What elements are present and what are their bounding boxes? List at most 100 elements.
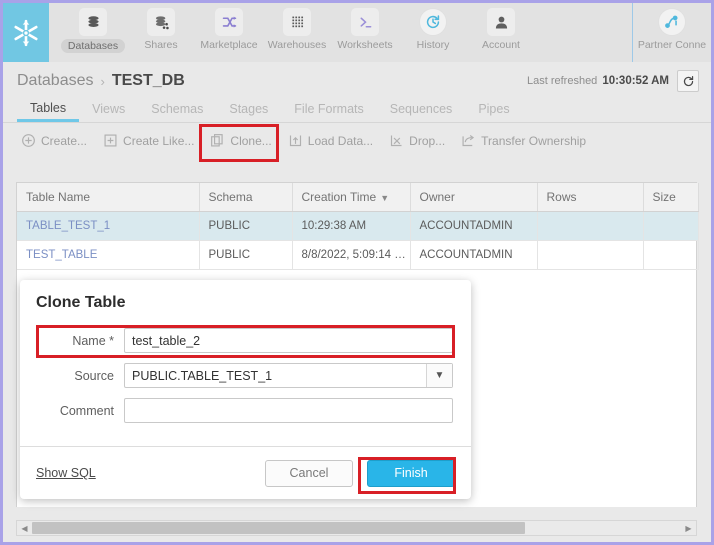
tab-views[interactable]: Views [79,102,138,122]
tab-file-formats[interactable]: File Formats [281,102,376,122]
tab-stages[interactable]: Stages [216,102,281,122]
shuffle-icon [215,8,243,36]
column-header-table-name[interactable]: Table Name [17,183,200,212]
comment-field-label: Comment [59,403,114,418]
cell-table-name[interactable]: TABLE_TEST_1 [17,211,200,241]
dialog-body: Name * Source PUBLIC.TABLE_TEST_1 ▼ Comm… [20,312,471,423]
snowflake-icon [14,19,38,46]
create-button-label: Create... [41,133,88,148]
create-button[interactable]: Create... [13,125,95,157]
nav-item-history[interactable]: History [399,3,467,62]
source-select-value: PUBLIC.TABLE_TEST_1 [132,368,273,383]
shares-icon [147,8,175,36]
nav-label-partner-connect: Partner Conne [637,39,707,51]
scrollbar-thumb[interactable] [32,522,526,534]
transfer-ownership-button[interactable]: Transfer Ownership [453,125,594,157]
drop-button[interactable]: Drop... [381,125,453,157]
breadcrumb-separator: › [100,73,105,89]
nav-label-databases: Databases [60,39,126,53]
nav-label-shares: Shares [144,39,178,51]
dialog-footer: Show SQL Cancel Finish [20,446,471,499]
history-clock-icon [419,8,447,36]
nav-item-warehouses[interactable]: Warehouses [263,3,331,62]
scroll-left-arrow-icon[interactable]: ◀ [17,521,32,536]
source-field-row: Source PUBLIC.TABLE_TEST_1 ▼ [38,363,453,388]
app-window: Databases Shares Marketplace Warehouses … [0,0,714,545]
nav-item-worksheets[interactable]: Worksheets [331,3,399,62]
last-refreshed-time: 10:30:52 AM [602,75,669,87]
name-field-label: Name * [72,333,114,348]
last-refreshed-label: Last refreshed [526,75,598,87]
load-data-button[interactable]: Load Data... [280,125,381,157]
action-toolbar: Create... Create Like... Clone... Load D… [3,123,711,162]
nav-item-partner-connect[interactable]: Partner Conne [633,3,711,62]
cancel-button[interactable]: Cancel [265,459,353,487]
tab-schemas[interactable]: Schemas [138,102,216,122]
nav-item-account[interactable]: Account [467,3,535,62]
cell-creation-time: 8/8/2022, 5:09:14 P... [292,240,411,270]
top-navigation-bar: Databases Shares Marketplace Warehouses … [3,3,711,62]
finish-button[interactable]: Finish [367,459,455,487]
column-header-rows[interactable]: Rows [537,183,644,212]
tables-table: Table Name Schema Creation Time ▼ Owner R… [17,183,699,270]
refresh-status-group: Last refreshed 10:30:52 AM [527,70,699,92]
cell-rows [537,211,644,241]
source-field-label: Source [74,368,114,383]
snowflake-logo[interactable] [3,3,49,62]
cell-size [643,240,699,270]
nav-label-marketplace: Marketplace [200,39,258,51]
nav-label-warehouses: Warehouses [267,39,327,51]
breadcrumb: Databases › TEST_DB Last refreshed 10:30… [3,62,711,94]
nav-item-shares[interactable]: Shares [127,3,195,62]
clone-button-label: Clone... [230,133,272,148]
column-header-size[interactable]: Size [643,183,699,212]
table-row[interactable]: TEST_TABLE PUBLIC 8/8/2022, 5:09:14 P...… [17,240,699,270]
tab-pipes[interactable]: Pipes [465,102,522,122]
chevron-down-icon[interactable]: ▼ [426,364,452,387]
column-header-owner[interactable]: Owner [410,183,538,212]
drop-button-label: Drop... [409,133,446,148]
nav-item-marketplace[interactable]: Marketplace [195,3,263,62]
sort-caret-icon: ▼ [380,193,390,203]
cell-schema: PUBLIC [199,211,293,241]
create-like-button[interactable]: Create Like... [95,125,202,157]
breadcrumb-root-link[interactable]: Databases [17,72,94,90]
comment-field-row: Comment [38,398,453,423]
terminal-prompt-icon [351,8,379,36]
warehouse-grid-icon [283,8,311,36]
scroll-right-arrow-icon[interactable]: ▶ [681,521,696,536]
cell-owner: ACCOUNTADMIN [410,211,538,241]
name-input[interactable] [124,328,453,353]
create-like-button-label: Create Like... [123,133,195,148]
clone-table-dialog: Clone Table Name * Source PUBLIC.TABLE_T… [20,280,471,499]
nav-label-account: Account [482,39,520,51]
nav-label-history: History [416,39,450,51]
cell-size [643,211,699,241]
load-data-button-label: Load Data... [307,133,374,148]
horizontal-scrollbar[interactable]: ◀ ▶ [16,520,697,536]
partner-connect-icon [658,8,686,36]
source-select[interactable]: PUBLIC.TABLE_TEST_1 ▼ [124,363,453,388]
show-sql-link[interactable]: Show SQL [36,466,96,480]
tab-sequences[interactable]: Sequences [377,102,466,122]
tab-bar: Tables Views Schemas Stages File Formats… [3,94,711,123]
dialog-title: Clone Table [36,294,126,311]
table-row[interactable]: TABLE_TEST_1 PUBLIC 10:29:38 AM ACCOUNTA… [17,211,699,241]
cell-table-name[interactable]: TEST_TABLE [17,240,200,270]
comment-input[interactable] [124,398,453,423]
transfer-ownership-button-label: Transfer Ownership [481,133,587,148]
scrollbar-track[interactable] [32,521,681,535]
cell-schema: PUBLIC [199,240,293,270]
cell-creation-time: 10:29:38 AM [292,211,411,241]
column-header-schema[interactable]: Schema [199,183,293,212]
cell-owner: ACCOUNTADMIN [410,240,538,270]
tab-tables[interactable]: Tables [17,101,80,122]
table-header-row: Table Name Schema Creation Time ▼ Owner R… [17,183,699,212]
database-icon [79,8,107,36]
column-header-creation-time[interactable]: Creation Time ▼ [292,183,411,212]
nav-items-group: Databases Shares Marketplace Warehouses … [49,3,632,62]
clone-button[interactable]: Clone... [202,125,279,157]
refresh-button[interactable] [677,70,699,92]
user-avatar-icon [487,8,515,36]
nav-item-databases[interactable]: Databases [59,3,127,62]
